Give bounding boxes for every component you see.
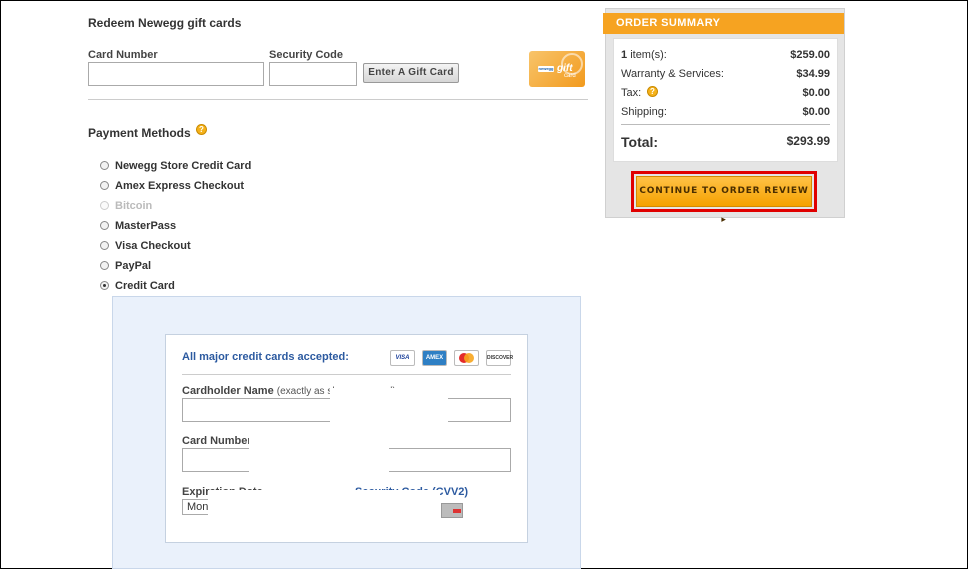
radio-button[interactable] — [100, 181, 109, 190]
cardholder-name-label-text: Cardholder Name — [182, 385, 274, 397]
gift-card-image: newegg gift card — [529, 51, 585, 87]
help-icon[interactable]: ? — [196, 124, 207, 135]
summary-warranty-label: Warranty & Services: — [621, 68, 724, 80]
divider — [621, 124, 830, 125]
summary-items-text: item(s): — [630, 49, 667, 61]
radio-button[interactable] — [100, 241, 109, 250]
mastercard-logo-icon — [454, 350, 479, 366]
redaction-mask — [208, 490, 440, 522]
accepted-cards-label: All major credit cards accepted: — [182, 351, 349, 363]
gift-card-number-label: Card Number — [88, 49, 158, 61]
gift-security-code-input[interactable] — [269, 62, 357, 86]
summary-total-label: Total: — [621, 134, 659, 150]
summary-shipping-label: Shipping: — [621, 106, 667, 118]
summary-items-value: $259.00 — [790, 49, 830, 61]
gift-security-code-label: Security Code — [269, 49, 343, 61]
gift-card-number-input[interactable] — [88, 62, 264, 86]
radio-button[interactable] — [100, 261, 109, 270]
cvv-card-icon — [441, 503, 463, 518]
cc-card-number-label: Card Number — [182, 435, 252, 447]
radio-button[interactable] — [100, 161, 109, 170]
payment-option-label: PayPal — [115, 260, 152, 272]
enter-gift-card-button[interactable]: Enter A Gift Card — [363, 63, 459, 83]
redaction-mask — [330, 388, 448, 426]
amex-logo-icon: AMEX — [422, 350, 447, 366]
summary-items-label: 1 item(s): — [621, 49, 667, 61]
visa-logo-icon: VISA — [390, 350, 415, 366]
payment-option-label: Newegg Store Credit Card — [115, 160, 252, 172]
summary-total-value: $293.99 — [786, 134, 830, 148]
discover-logo-icon: DISCOVER — [486, 350, 513, 366]
arrow-right-icon: ▸ — [721, 215, 727, 225]
summary-tax-label: Tax: — [621, 87, 642, 99]
continue-button-highlight: CONTINUE TO ORDER REVIEW ▸ — [631, 171, 817, 225]
redaction-mask — [249, 438, 389, 472]
summary-items-count: 1 — [621, 49, 628, 61]
summary-tax-value: $0.00 — [802, 87, 830, 99]
gift-card-brand: newegg — [538, 66, 554, 72]
gift-card-heading: Redeem Newegg gift cards — [88, 16, 242, 30]
summary-warranty-value: $34.99 — [796, 68, 830, 80]
summary-shipping-value: $0.00 — [802, 106, 830, 118]
divider — [88, 99, 588, 100]
continue-button-label: CONTINUE TO ORDER REVIEW — [639, 186, 809, 196]
radio-button[interactable] — [100, 221, 109, 230]
payment-option-label: Credit Card — [115, 280, 175, 292]
continue-to-order-review-button[interactable]: CONTINUE TO ORDER REVIEW ▸ — [636, 176, 812, 225]
radio-button-selected[interactable] — [100, 281, 109, 290]
payment-option-label: Visa Checkout — [115, 240, 191, 252]
order-summary-title: ORDER SUMMARY — [603, 13, 844, 34]
payment-option-label: MasterPass — [115, 220, 177, 232]
radio-button — [100, 201, 109, 210]
mastercard-circles-icon — [459, 353, 474, 363]
payment-option-label: Bitcoin — [115, 200, 153, 212]
tax-help-icon[interactable]: ? — [647, 86, 658, 97]
payment-methods-heading: Payment Methods — [88, 126, 191, 140]
payment-option-label: Amex Express Checkout — [115, 180, 244, 192]
gift-card-sub: card — [564, 73, 576, 79]
divider — [182, 374, 511, 375]
